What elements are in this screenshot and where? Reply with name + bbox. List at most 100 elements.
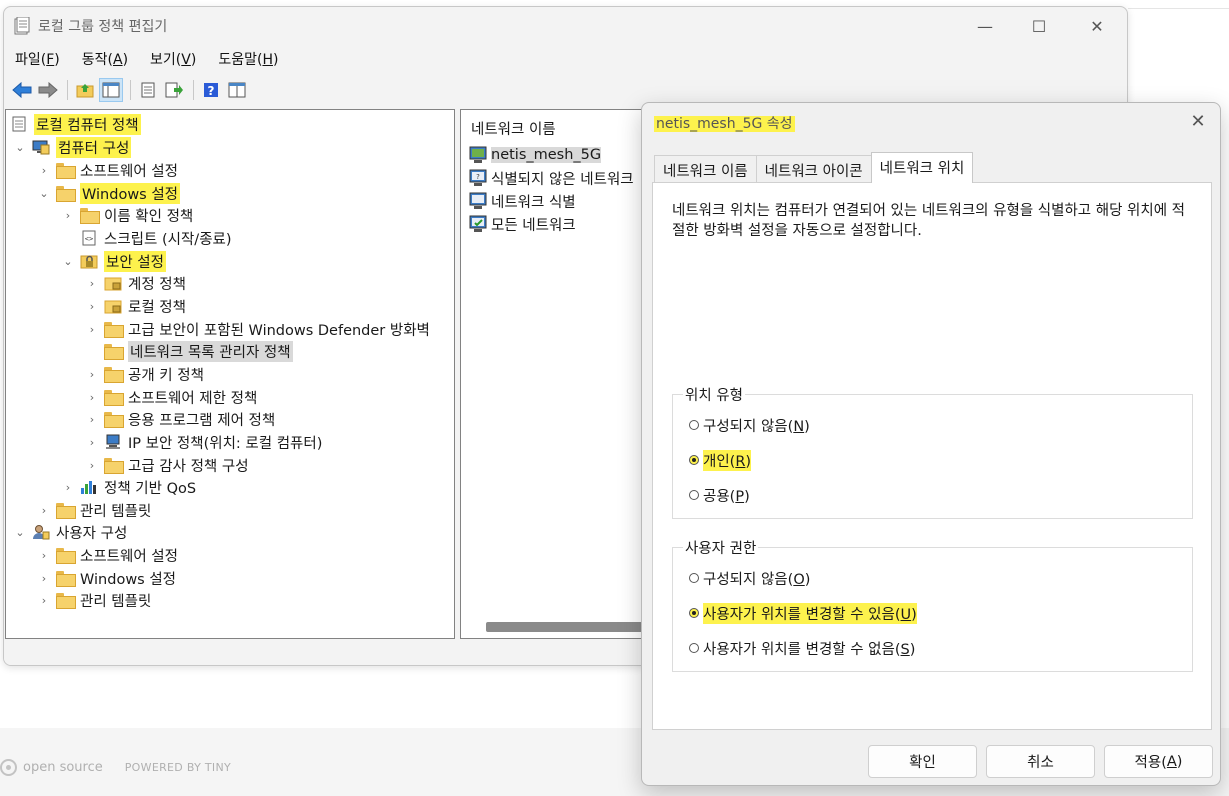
tree-node-user-windows[interactable]: › Windows 설정 bbox=[38, 567, 176, 589]
tree-node-windows-settings[interactable]: ⌄ Windows 설정 bbox=[38, 182, 181, 204]
window-title: 로컬 그룹 정책 편집기 bbox=[38, 19, 168, 35]
chevron-right-icon[interactable]: › bbox=[38, 572, 50, 585]
radio-location-private[interactable]: 개인(R) bbox=[689, 449, 752, 471]
tree-node-public-key[interactable]: › 공개 키 정책 bbox=[86, 363, 204, 385]
folder-icon bbox=[56, 593, 76, 609]
folder-icon bbox=[104, 412, 124, 428]
open-source-link[interactable]: open source bbox=[23, 760, 103, 775]
radio-button[interactable] bbox=[689, 608, 699, 618]
chevron-right-icon[interactable]: › bbox=[38, 594, 50, 607]
title-bar[interactable]: 로컬 그룹 정책 편집기 — ☐ ✕ bbox=[4, 7, 1127, 45]
folder-icon bbox=[104, 322, 124, 338]
tree-node-defender-firewall[interactable]: › 고급 보안이 포함된 Windows Defender 방화벽 bbox=[86, 318, 430, 340]
chevron-right-icon[interactable]: › bbox=[86, 300, 98, 313]
computer-icon bbox=[32, 140, 50, 155]
network-policy-icon bbox=[469, 215, 487, 232]
tab-network-name[interactable]: 네트워크 이름 bbox=[654, 155, 757, 183]
radio-button[interactable] bbox=[689, 573, 699, 583]
tab-network-icon[interactable]: 네트워크 아이콘 bbox=[755, 155, 872, 183]
tree-node-local-policies[interactable]: › 로컬 정책 bbox=[86, 295, 186, 317]
chevron-right-icon[interactable]: › bbox=[86, 323, 98, 336]
tree-node-audit-policy[interactable]: › 고급 감사 정책 구성 bbox=[86, 454, 249, 476]
tree-label: 관리 템플릿 bbox=[80, 503, 152, 520]
radio-location-public[interactable]: 공용(P) bbox=[689, 485, 750, 505]
radio-permission-not-configured[interactable]: 구성되지 않음(O) bbox=[689, 568, 810, 588]
network-policy-icon bbox=[469, 192, 487, 209]
tree-node-user-config[interactable]: ⌄ 사용자 구성 bbox=[14, 521, 127, 543]
tree-node-account-policies[interactable]: › 계정 정책 bbox=[86, 272, 186, 294]
tree-node-ip-security[interactable]: › IP 보안 정책(위치: 로컬 컴퓨터) bbox=[86, 431, 322, 453]
tree-node-security-settings[interactable]: ⌄ 보안 설정 bbox=[62, 250, 166, 272]
menu-file[interactable]: 파일(F) bbox=[4, 47, 71, 71]
dialog-title: netis_mesh_5G 속성 bbox=[654, 116, 795, 132]
chevron-down-icon[interactable]: ⌄ bbox=[62, 255, 74, 268]
help-icon: ? bbox=[204, 83, 218, 98]
chevron-right-icon[interactable]: › bbox=[62, 209, 74, 222]
tree-node-user-admin-templates[interactable]: › 관리 템플릿 bbox=[38, 589, 151, 611]
tree-node-local-computer-policy[interactable]: 로컬 컴퓨터 정책 bbox=[10, 113, 141, 135]
tree-node-software-settings[interactable]: › 소프트웨어 설정 bbox=[38, 159, 178, 181]
chevron-right-icon[interactable]: › bbox=[86, 368, 98, 381]
tree-node-software-restriction[interactable]: › 소프트웨어 제한 정책 bbox=[86, 386, 257, 408]
chevron-right-icon[interactable]: › bbox=[86, 391, 98, 404]
show-hide-tree-button[interactable] bbox=[99, 78, 123, 102]
toolbar-separator bbox=[67, 80, 68, 100]
menu-action[interactable]: 동작(A) bbox=[71, 47, 139, 71]
radio-button[interactable] bbox=[689, 455, 699, 465]
help-button[interactable]: ? bbox=[199, 78, 223, 102]
chevron-right-icon[interactable]: › bbox=[38, 504, 50, 517]
console-tree-pane[interactable]: 로컬 컴퓨터 정책 ⌄ 컴퓨터 구성 › 소프트웨어 설정 ⌄ Windows … bbox=[5, 109, 455, 639]
chevron-right-icon[interactable]: › bbox=[62, 481, 74, 494]
chevron-right-icon[interactable]: › bbox=[86, 459, 98, 472]
column-header-network-name[interactable]: 네트워크 이름 bbox=[471, 118, 556, 139]
tree-label: 공개 키 정책 bbox=[128, 367, 204, 384]
chevron-down-icon[interactable]: ⌄ bbox=[14, 526, 26, 539]
properties-button[interactable] bbox=[136, 78, 160, 102]
export-list-button[interactable] bbox=[162, 78, 186, 102]
console-tree-icon bbox=[228, 82, 246, 98]
tree-node-scripts[interactable]: <> 스크립트 (시작/종료) bbox=[80, 227, 232, 249]
forward-button[interactable] bbox=[36, 78, 60, 102]
security-settings-icon bbox=[80, 255, 98, 269]
radio-permission-can-change[interactable]: 사용자가 위치를 변경할 수 있음(U) bbox=[689, 602, 917, 624]
chevron-right-icon[interactable]: › bbox=[38, 549, 50, 562]
list-item[interactable]: 네트워크 식별 bbox=[469, 190, 576, 212]
ok-button[interactable]: 확인 bbox=[868, 745, 977, 778]
radio-permission-cannot-change[interactable]: 사용자가 위치를 변경할 수 없음(S) bbox=[689, 638, 915, 658]
maximize-button[interactable]: ☐ bbox=[1016, 11, 1062, 41]
tree-node-computer-config[interactable]: ⌄ 컴퓨터 구성 bbox=[14, 136, 132, 158]
tree-node-network-list-manager[interactable]: 네트워크 목록 관리자 정책 bbox=[104, 340, 293, 362]
chevron-down-icon[interactable]: ⌄ bbox=[38, 187, 50, 200]
chevron-right-icon[interactable]: › bbox=[86, 277, 98, 290]
up-level-button[interactable] bbox=[73, 78, 97, 102]
tree-node-user-software[interactable]: › 소프트웨어 설정 bbox=[38, 544, 178, 566]
tab-network-location[interactable]: 네트워크 위치 bbox=[870, 152, 974, 183]
chevron-right-icon[interactable]: › bbox=[86, 413, 98, 426]
radio-location-not-configured[interactable]: 구성되지 않음(N) bbox=[689, 415, 810, 435]
list-item[interactable]: 모든 네트워크 bbox=[469, 213, 576, 235]
chevron-right-icon[interactable]: › bbox=[86, 436, 98, 449]
radio-button[interactable] bbox=[689, 420, 699, 430]
tree-node-name-resolution[interactable]: › 이름 확인 정책 bbox=[62, 204, 193, 226]
list-item[interactable]: ? 식별되지 않은 네트워크 bbox=[469, 167, 634, 189]
chevron-down-icon[interactable]: ⌄ bbox=[14, 141, 26, 154]
tree-label: 소프트웨어 제한 정책 bbox=[128, 390, 258, 407]
minimize-button[interactable]: — bbox=[962, 11, 1008, 41]
chevron-right-icon[interactable]: › bbox=[38, 164, 50, 177]
menu-help[interactable]: 도움말(H) bbox=[207, 47, 289, 71]
bar-chart-icon bbox=[81, 481, 96, 494]
dialog-close-button[interactable]: ✕ bbox=[1186, 111, 1210, 135]
back-button[interactable] bbox=[10, 78, 34, 102]
console-tree-button[interactable] bbox=[225, 78, 249, 102]
locked-folder-icon bbox=[104, 277, 122, 291]
radio-button[interactable] bbox=[689, 490, 699, 500]
menu-view[interactable]: 보기(V) bbox=[139, 47, 207, 71]
cancel-button[interactable]: 취소 bbox=[986, 745, 1095, 778]
radio-button[interactable] bbox=[689, 643, 699, 653]
close-button[interactable]: ✕ bbox=[1074, 11, 1120, 41]
list-item[interactable]: netis_mesh_5G bbox=[469, 144, 602, 166]
tree-node-admin-templates[interactable]: › 관리 템플릿 bbox=[38, 499, 151, 521]
tree-node-app-control[interactable]: › 응용 프로그램 제어 정책 bbox=[86, 408, 275, 430]
tree-node-qos[interactable]: › 정책 기반 QoS bbox=[62, 476, 196, 498]
apply-button[interactable]: 적용(A) bbox=[1104, 745, 1213, 778]
